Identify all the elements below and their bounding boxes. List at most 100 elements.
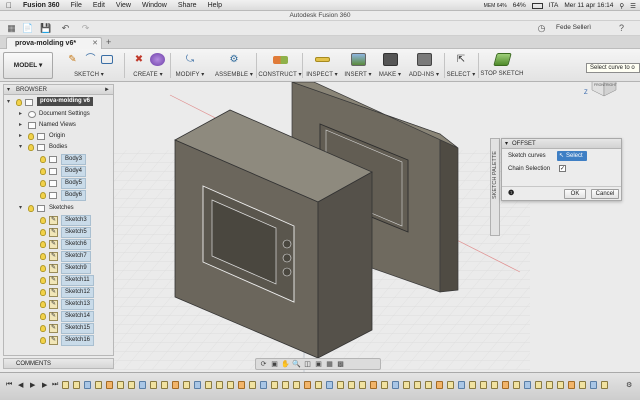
make-icon[interactable] (382, 53, 398, 66)
expand-arrow-icon[interactable]: ▸ (19, 131, 25, 142)
visibility-bulb-icon[interactable] (40, 313, 46, 320)
display-settings-icon[interactable]: ▣ (314, 360, 323, 368)
timeline-feature-icon[interactable] (73, 381, 80, 389)
timeline-feature-icon[interactable] (436, 381, 443, 389)
visibility-bulb-icon[interactable] (40, 156, 46, 163)
redo-icon[interactable]: ↷ (80, 23, 91, 34)
expand-arrow-icon[interactable]: ▾ (7, 97, 13, 108)
timeline-feature-icon[interactable] (403, 381, 410, 389)
timeline-feature-icon[interactable] (414, 381, 421, 389)
timeline-feature-icon[interactable] (348, 381, 355, 389)
new-tab-icon[interactable]: + (106, 37, 111, 47)
timeline-feature-icon[interactable] (480, 381, 487, 389)
insert-image-icon[interactable] (350, 53, 366, 66)
info-icon[interactable]: ❶ (508, 189, 514, 197)
timeline-feature-icon[interactable] (557, 381, 564, 389)
timeline-feature-icon[interactable] (359, 381, 366, 389)
visibility-bulb-icon[interactable] (40, 325, 46, 332)
menu-share[interactable]: Share (178, 2, 197, 9)
timeline-feature-icon[interactable] (95, 381, 102, 389)
assemble-icon[interactable]: ⚙ (227, 53, 242, 66)
timeline-feature-icon[interactable] (216, 381, 223, 389)
timeline-feature-icon[interactable] (161, 381, 168, 389)
workspace-switcher[interactable]: MODEL ▾ (3, 52, 53, 79)
document-tab[interactable]: prova-molding v6* ✕ (6, 37, 102, 49)
sketch-palette-tab[interactable]: SKETCH PALETTE (490, 138, 500, 236)
modify-group[interactable]: ⤿ MODIFY ▾ (172, 51, 208, 80)
timeline-feature-icon[interactable] (194, 381, 201, 389)
timeline-feature-icon[interactable] (579, 381, 586, 389)
collapse-dialog-icon[interactable]: ▾ (505, 139, 508, 149)
sketch-group[interactable]: ✎ ⌒ SKETCH ▾ (58, 51, 120, 80)
chain-selection-checkbox[interactable]: ✓ (559, 165, 566, 172)
ok-button[interactable]: OK (564, 189, 586, 199)
expand-arrow-icon[interactable]: ▸ (19, 109, 25, 120)
close-tab-icon[interactable]: ✕ (92, 38, 98, 49)
create-group[interactable]: ✖ CREATE ▾ (128, 51, 168, 80)
timeline-feature-icon[interactable] (502, 381, 509, 389)
timeline-feature-icon[interactable] (249, 381, 256, 389)
viewports-icon[interactable]: ▩ (336, 360, 345, 368)
measure-ruler-icon[interactable] (314, 57, 330, 62)
timeline-feature-icon[interactable] (106, 381, 113, 389)
sketch-pencil-icon[interactable]: ✎ (65, 53, 80, 66)
pan-icon[interactable]: ✋ (281, 360, 290, 368)
cancel-button[interactable]: Cancel (591, 189, 619, 199)
fit-icon[interactable]: ◫ (303, 360, 312, 368)
construct-plane-icon[interactable] (272, 55, 288, 64)
timeline-feature-icon[interactable] (128, 381, 135, 389)
timeline-feature-icon[interactable] (381, 381, 388, 389)
visibility-bulb-icon[interactable] (28, 144, 34, 151)
modify-icon[interactable]: ⤿ (183, 53, 198, 66)
history-icon[interactable]: ◷ (536, 23, 547, 34)
timeline-feature-icon[interactable] (205, 381, 212, 389)
timeline-feature-icon[interactable] (392, 381, 399, 389)
assemble-group[interactable]: ⚙ ASSEMBLE ▾ (212, 51, 256, 80)
timeline-feature-icon[interactable] (315, 381, 322, 389)
timeline-feature-icon[interactable] (62, 381, 69, 389)
timeline-feature-icon[interactable] (370, 381, 377, 389)
list-icon[interactable]: ☰ (630, 2, 636, 10)
timeline-feature-icon[interactable] (425, 381, 432, 389)
app-menu[interactable]: Fusion 360 (23, 2, 60, 9)
visibility-bulb-icon[interactable] (40, 253, 46, 260)
spotlight-icon[interactable]: ⚲ (619, 2, 624, 10)
construct-group[interactable]: CONSTRUCT ▾ (258, 51, 302, 80)
comments-panel[interactable]: COMMENTS (3, 358, 114, 369)
select-group[interactable]: ⇱ SELECT ▾ (446, 51, 476, 80)
timeline-feature-icon[interactable] (458, 381, 465, 389)
select-curves-button[interactable]: ↖ Select (557, 151, 587, 161)
panel-options-icon[interactable]: ► (104, 85, 110, 95)
file-icon[interactable]: 📄 (22, 23, 33, 34)
select-cursor-icon[interactable]: ⇱ (454, 53, 469, 66)
menu-view[interactable]: View (116, 2, 131, 9)
stop-sketch-group[interactable]: STOP SKETCH (480, 51, 524, 80)
make-group[interactable]: MAKE ▾ (376, 51, 404, 80)
undo-icon[interactable]: ↶ (60, 23, 71, 34)
data-panel-icon[interactable]: ▦ (6, 23, 17, 34)
timeline-feature-icon[interactable] (590, 381, 597, 389)
timeline-feature-icon[interactable] (535, 381, 542, 389)
visibility-bulb-icon[interactable] (40, 337, 46, 344)
timeline-feature-icon[interactable] (183, 381, 190, 389)
timeline-feature-icon[interactable] (117, 381, 124, 389)
timeline-feature-icon[interactable] (337, 381, 344, 389)
stop-sketch-icon[interactable] (492, 53, 512, 66)
timeline-feature-icon[interactable] (293, 381, 300, 389)
rectangle-icon[interactable] (101, 55, 113, 64)
visibility-bulb-icon[interactable] (40, 289, 46, 296)
expand-arrow-icon[interactable]: ▾ (19, 142, 25, 153)
save-icon[interactable]: 💾 (40, 23, 51, 34)
timeline-feature-icon[interactable] (304, 381, 311, 389)
step-forward-icon[interactable]: ▶ (42, 381, 49, 389)
visibility-bulb-icon[interactable] (40, 265, 46, 272)
visibility-bulb-icon[interactable] (28, 133, 34, 140)
timeline-feature-icon[interactable] (227, 381, 234, 389)
timeline-feature-icon[interactable] (271, 381, 278, 389)
visibility-bulb-icon[interactable] (40, 217, 46, 224)
visibility-bulb-icon[interactable] (40, 241, 46, 248)
menu-file[interactable]: File (71, 2, 82, 9)
timeline-feature-icon[interactable] (84, 381, 91, 389)
offset-dialog-header[interactable]: ▾ OFFSET (502, 139, 621, 149)
timeline-feature-icon[interactable] (601, 381, 608, 389)
